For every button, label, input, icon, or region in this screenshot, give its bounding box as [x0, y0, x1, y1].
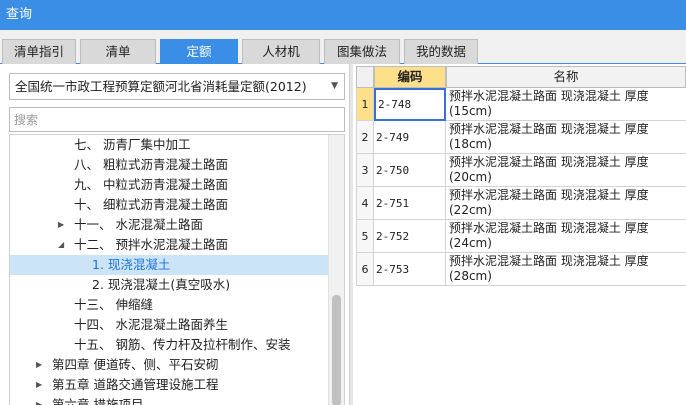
expand-triangle-icon[interactable]: ▶	[36, 395, 42, 405]
quota-library-select[interactable]: 全国统一市政工程预算定额河北省消耗量定额(2012) ▼	[9, 73, 345, 100]
quota-table: 编码 名称 1 2-748 预拌水泥混凝土路面 现浇混凝土 厚度(15cm) 2…	[354, 64, 686, 405]
tree-node[interactable]: 七、 沥青厂集中加工	[74, 135, 190, 155]
table-cell-code[interactable]: 2-748	[374, 88, 446, 121]
tab-bill[interactable]: 清单	[80, 39, 156, 64]
tree-node[interactable]: 十五、 钢筋、传力杆及拉杆制作、安装	[74, 335, 290, 355]
tree-node-label: 1. 现浇混凝土	[92, 257, 171, 272]
tree-node[interactable]: ▶ 第四章 便道砖、侧、平石安砌	[36, 355, 218, 375]
table-cell-name[interactable]: 预拌水泥混凝土路面 现浇混凝土 厚度(24cm)	[446, 220, 686, 253]
column-header-code[interactable]: 编码	[374, 66, 446, 88]
tree-node-label: 第五章 道路交通管理设施工程	[52, 377, 219, 392]
row-number: 4	[356, 187, 374, 220]
collapse-triangle-icon[interactable]: ◢	[58, 235, 64, 255]
quota-library-value: 全国统一市政工程预算定额河北省消耗量定额(2012)	[15, 79, 307, 94]
tree-node-label: 七、 沥青厂集中加工	[74, 137, 191, 152]
tree-node-label: 十三、 伸缩缝	[74, 297, 153, 312]
tree-node[interactable]: 2. 现浇混凝土(真空吸水)	[92, 275, 230, 295]
column-header-name[interactable]: 名称	[446, 66, 686, 88]
window-title: 查询	[0, 0, 686, 30]
tree-node-label: 2. 现浇混凝土(真空吸水)	[92, 277, 231, 292]
row-number: 6	[356, 253, 374, 286]
row-number: 2	[356, 121, 374, 154]
tree-node[interactable]: ▶ 十一、 水泥混凝土路面	[58, 215, 203, 235]
row-number: 3	[356, 154, 374, 187]
table-cell-name[interactable]: 预拌水泥混凝土路面 现浇混凝土 厚度(18cm)	[446, 121, 686, 154]
tree-node-label: 十一、 水泥混凝土路面	[74, 217, 203, 232]
table-cell-name[interactable]: 预拌水泥混凝土路面 现浇混凝土 厚度(28cm)	[446, 253, 686, 286]
tree-node[interactable]: 九、 中粒式沥青混凝土路面	[74, 175, 228, 195]
tree-node-label: 十二、 预拌水泥混凝土路面	[74, 237, 228, 252]
chapter-tree: 七、 沥青厂集中加工 八、 粗粒式沥青混凝土路面 九、 中粒式沥青混凝土路面 十…	[9, 134, 345, 405]
tree-node[interactable]: ◢ 十二、 预拌水泥混凝土路面	[58, 235, 228, 255]
table-cell-code[interactable]: 2-749	[374, 121, 446, 154]
expand-triangle-icon[interactable]: ▶	[36, 355, 42, 375]
table-cell-code[interactable]: 2-750	[374, 154, 446, 187]
tree-node-label: 十四、 水泥混凝土路面养生	[74, 317, 228, 332]
tab-bill-guide[interactable]: 清单指引	[2, 39, 76, 64]
tree-node-label: 第六章 措施项目	[52, 397, 144, 405]
table-cell-name[interactable]: 预拌水泥混凝土路面 现浇混凝土 厚度(20cm)	[446, 154, 686, 187]
tree-node-selected[interactable]: 1. 现浇混凝土	[10, 255, 330, 275]
tree-node[interactable]: 十三、 伸缩缝	[74, 295, 153, 315]
tree-scrollbar[interactable]	[328, 135, 344, 405]
tree-node[interactable]: ▶ 第五章 道路交通管理设施工程	[36, 375, 218, 395]
table-cell-code[interactable]: 2-753	[374, 253, 446, 286]
tree-node[interactable]: ▶ 第六章 措施项目	[36, 395, 143, 405]
chevron-down-icon: ▼	[331, 81, 338, 91]
table-cell-name[interactable]: 预拌水泥混凝土路面 现浇混凝土 厚度(22cm)	[446, 187, 686, 220]
tab-bar: 清单指引 清单 定额 人材机 图集做法 我的数据	[0, 30, 686, 64]
scrollbar-thumb[interactable]	[332, 295, 341, 405]
tree-node[interactable]: 八、 粗粒式沥青混凝土路面	[74, 155, 228, 175]
row-number: 1	[356, 88, 374, 121]
tab-quota[interactable]: 定额	[160, 39, 238, 64]
tab-my-data[interactable]: 我的数据	[404, 39, 478, 64]
expand-triangle-icon[interactable]: ▶	[58, 215, 64, 235]
table-cell-name[interactable]: 预拌水泥混凝土路面 现浇混凝土 厚度(15cm)	[446, 88, 686, 121]
expand-triangle-icon[interactable]: ▶	[36, 375, 42, 395]
tab-atlas-method[interactable]: 图集做法	[324, 39, 400, 64]
row-number: 5	[356, 220, 374, 253]
tree-node[interactable]: 十四、 水泥混凝土路面养生	[74, 315, 228, 335]
tree-node-label: 十、 细粒式沥青混凝土路面	[74, 197, 228, 212]
tree-node-label: 十五、 钢筋、传力杆及拉杆制作、安装	[74, 337, 291, 352]
table-cell-code[interactable]: 2-751	[374, 187, 446, 220]
panel-splitter[interactable]	[349, 64, 353, 405]
tree-node[interactable]: 十、 细粒式沥青混凝土路面	[74, 195, 228, 215]
search-input[interactable]	[9, 107, 345, 132]
table-cell-code[interactable]: 2-752	[374, 220, 446, 253]
left-panel: 全国统一市政工程预算定额河北省消耗量定额(2012) ▼ 七、 沥青厂集中加工 …	[0, 64, 349, 405]
table-corner	[356, 66, 374, 88]
tree-node-label: 八、 粗粒式沥青混凝土路面	[74, 157, 228, 172]
tree-node-label: 九、 中粒式沥青混凝土路面	[74, 177, 228, 192]
tree-node-label: 第四章 便道砖、侧、平石安砌	[52, 357, 219, 372]
tab-labor-material-machine[interactable]: 人材机	[242, 39, 320, 64]
